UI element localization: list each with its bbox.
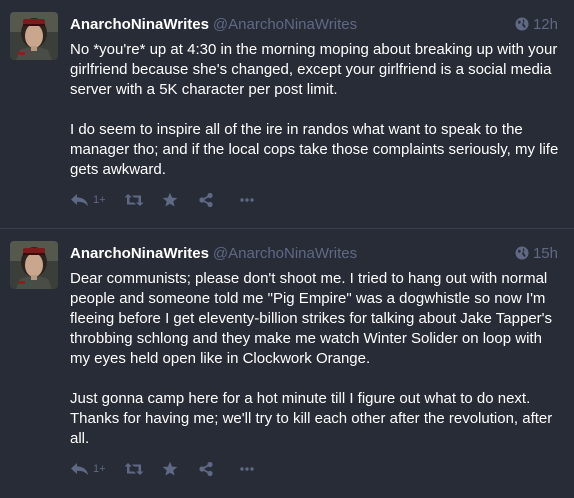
globe-icon [515,246,529,266]
retweet-icon [124,193,144,207]
star-icon [162,461,178,477]
more-options-button[interactable] [240,198,270,202]
reply-all-icon [70,193,90,207]
favourite-button[interactable] [162,192,198,208]
status-post[interactable]: AnarchoNinaWrites @AnarchoNinaWrites 15h … [0,229,574,498]
time-label: 12h [532,16,558,33]
reply-button[interactable]: 1+ [70,462,124,476]
status-header: AnarchoNinaWrites @AnarchoNinaWrites 15h [70,244,558,264]
account-handle[interactable]: @AnarchoNinaWrites [213,245,357,262]
ellipsis-icon [240,198,254,202]
status-action-bar: 1+ [70,190,270,210]
display-name[interactable]: AnarchoNinaWrites [70,245,209,262]
avatar-image [10,241,58,289]
reply-button[interactable]: 1+ [70,193,124,207]
timeline-feed: AnarchoNinaWrites @AnarchoNinaWrites 12h … [0,0,574,498]
globe-icon [515,17,529,37]
boost-button[interactable] [124,462,162,476]
share-icon [198,461,214,477]
retweet-icon [124,462,144,476]
status-paragraph: No *you're* up at 4:30 in the morning mo… [70,41,558,98]
status-paragraph: I do seem to inspire all of the ire in r… [70,121,559,178]
status-action-bar: 1+ [70,459,270,479]
share-icon [198,192,214,208]
status-post[interactable]: AnarchoNinaWrites @AnarchoNinaWrites 12h … [0,0,574,229]
ellipsis-icon [240,467,254,471]
reply-count: 1+ [93,463,106,475]
status-content: No *you're* up at 4:30 in the morning mo… [70,40,562,180]
reply-all-icon [70,462,90,476]
avatar-image [10,12,58,60]
favourite-button[interactable] [162,461,198,477]
status-paragraph: Dear communists; please don't shoot me. … [70,270,553,367]
reply-count: 1+ [93,194,106,206]
display-name[interactable]: AnarchoNinaWrites [70,16,209,33]
status-header: AnarchoNinaWrites @AnarchoNinaWrites 12h [70,15,558,35]
avatar[interactable] [10,241,58,289]
time-label: 15h [532,245,558,262]
status-timestamp[interactable]: 12h [515,15,558,37]
star-icon [162,192,178,208]
status-timestamp[interactable]: 15h [515,244,558,266]
share-button[interactable] [198,461,240,477]
account-handle[interactable]: @AnarchoNinaWrites [213,16,357,33]
avatar[interactable] [10,12,58,60]
status-paragraph: Just gonna camp here for a hot minute ti… [70,390,553,447]
boost-button[interactable] [124,193,162,207]
share-button[interactable] [198,192,240,208]
more-options-button[interactable] [240,467,270,471]
status-content: Dear communists; please don't shoot me. … [70,269,562,449]
